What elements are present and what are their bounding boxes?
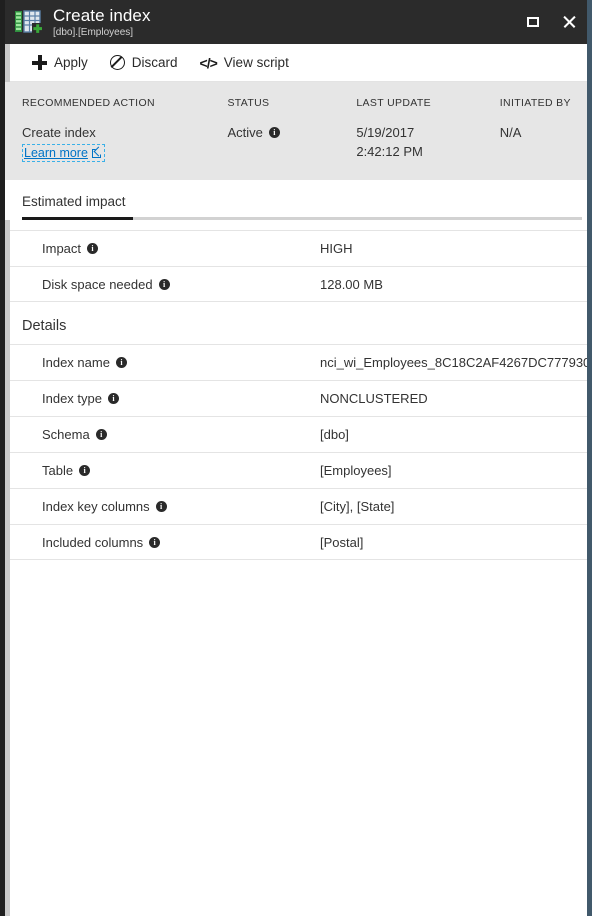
tab-bar: Estimated impact: [5, 180, 587, 220]
index-type-value: NONCLUSTERED: [320, 391, 428, 406]
discard-button-label: Discard: [131, 55, 178, 70]
table-label: Table: [42, 463, 74, 478]
row-label: Index type i: [42, 391, 320, 406]
title-bar: Create index [dbo].[Employees]: [5, 0, 587, 44]
status-badge: Active i: [227, 123, 356, 142]
tab-estimated-impact[interactable]: Estimated impact: [22, 180, 139, 220]
recommendation-summary-bar: RECOMMENDED ACTION Create index Learn mo…: [5, 82, 587, 180]
learn-more-link[interactable]: Learn more: [22, 144, 105, 162]
schema-value: [dbo]: [320, 427, 349, 442]
row-label: Index name i: [42, 355, 320, 370]
row-label: Impact i: [42, 241, 320, 256]
info-icon[interactable]: i: [149, 536, 161, 548]
close-button[interactable]: [551, 0, 587, 44]
summary-header-initiated-by: INITIATED BY: [499, 97, 571, 109]
impact-label: Impact: [42, 241, 82, 256]
row-label: Index key columns i: [42, 499, 320, 514]
table-row: Impact i HIGH: [5, 230, 587, 266]
summary-column-last-update: LAST UPDATE 5/19/2017 2:42:12 PM: [356, 97, 499, 162]
table-row: Schema i [dbo]: [5, 416, 587, 452]
command-bar: Apply Discard </> View script: [5, 44, 587, 82]
maximize-button[interactable]: [515, 0, 551, 44]
initiated-by-value: N/A: [499, 125, 522, 140]
summary-column-recommended-action: RECOMMENDED ACTION Create index Learn mo…: [22, 97, 227, 162]
close-icon: [562, 15, 576, 29]
view-script-button[interactable]: </> View script: [200, 55, 289, 71]
info-icon[interactable]: i: [79, 465, 91, 476]
table-row: Index key columns i [City], [State]: [5, 488, 587, 524]
last-update-date: 5/19/2017: [356, 125, 415, 140]
table-row: Index name i nci_wi_Employees_8C18C2AF42…: [5, 344, 587, 380]
info-icon[interactable]: i: [95, 429, 107, 440]
info-icon[interactable]: i: [87, 243, 99, 254]
row-label: Disk space needed i: [42, 277, 320, 292]
details-rows: Index name i nci_wi_Employees_8C18C2AF42…: [5, 344, 587, 560]
row-label: Included columns i: [42, 535, 320, 550]
disk-space-needed-value: 128.00 MB: [320, 276, 383, 292]
row-label: Table i: [42, 463, 320, 478]
index-key-columns-value: [City], [State]: [320, 499, 395, 514]
included-columns-label: Included columns: [42, 534, 144, 550]
info-icon[interactable]: i: [158, 278, 170, 290]
summary-header-recommended-action: RECOMMENDED ACTION: [22, 97, 155, 109]
impact-value: HIGH: [320, 241, 353, 256]
title-text-group: Create index [dbo].[Employees]: [53, 7, 151, 38]
create-index-window: Create index [dbo].[Employees] Apply Dis…: [0, 0, 592, 916]
create-index-table-icon: [14, 8, 44, 36]
row-label: Schema i: [42, 427, 320, 442]
summary-column-initiated-by: INITIATED BY N/A: [500, 97, 587, 162]
info-icon[interactable]: i: [115, 357, 127, 368]
info-icon[interactable]: i: [108, 393, 119, 404]
status-value: Active: [227, 125, 263, 140]
summary-value-recommended-action: Create index: [22, 125, 96, 140]
summary-column-status: STATUS Active i: [227, 97, 356, 162]
table-row: Index type i NONCLUSTERED: [5, 380, 587, 416]
apply-button-label: Apply: [54, 55, 88, 70]
view-script-button-label: View script: [223, 55, 289, 70]
apply-button[interactable]: Apply: [32, 55, 88, 70]
window-controls: [515, 0, 587, 44]
summary-header-status: STATUS: [227, 97, 270, 109]
external-link-icon: [91, 148, 101, 158]
tab-active-indicator: [22, 217, 133, 220]
code-brackets-icon: </>: [199, 54, 218, 71]
learn-more-label: Learn more: [24, 146, 88, 160]
table-value: [Employees]: [320, 463, 392, 478]
tab-estimated-impact-label: Estimated impact: [22, 194, 126, 209]
summary-header-last-update: LAST UPDATE: [356, 97, 431, 109]
maximize-icon: [527, 17, 539, 27]
window-title: Create index: [53, 5, 151, 25]
window-subtitle: [dbo].[Employees]: [53, 26, 134, 38]
discard-button[interactable]: Discard: [109, 55, 178, 70]
index-name-value: nci_wi_Employees_8C18C2AF4267DC777930407…: [320, 355, 587, 370]
table-row: Included columns i [Postal]: [5, 524, 587, 560]
index-type-label: Index type: [42, 391, 102, 406]
last-update-time: 2:42:12 PM: [356, 144, 423, 159]
index-name-label: Index name: [42, 355, 110, 370]
index-key-columns-label: Index key columns: [42, 499, 150, 514]
plus-icon: [32, 55, 47, 70]
included-columns-value: [Postal]: [320, 534, 364, 550]
schema-label: Schema: [42, 427, 90, 442]
disk-space-needed-label: Disk space needed: [42, 276, 153, 292]
details-section-title: Details: [22, 318, 67, 334]
table-row: Table i [Employees]: [5, 452, 587, 488]
info-icon[interactable]: i: [155, 501, 167, 512]
table-row: Disk space needed i 128.00 MB: [5, 266, 587, 302]
info-icon[interactable]: i: [268, 127, 280, 138]
estimated-impact-rows: Impact i HIGH Disk space needed i 128.00…: [5, 230, 587, 302]
ban-icon: [109, 55, 125, 70]
